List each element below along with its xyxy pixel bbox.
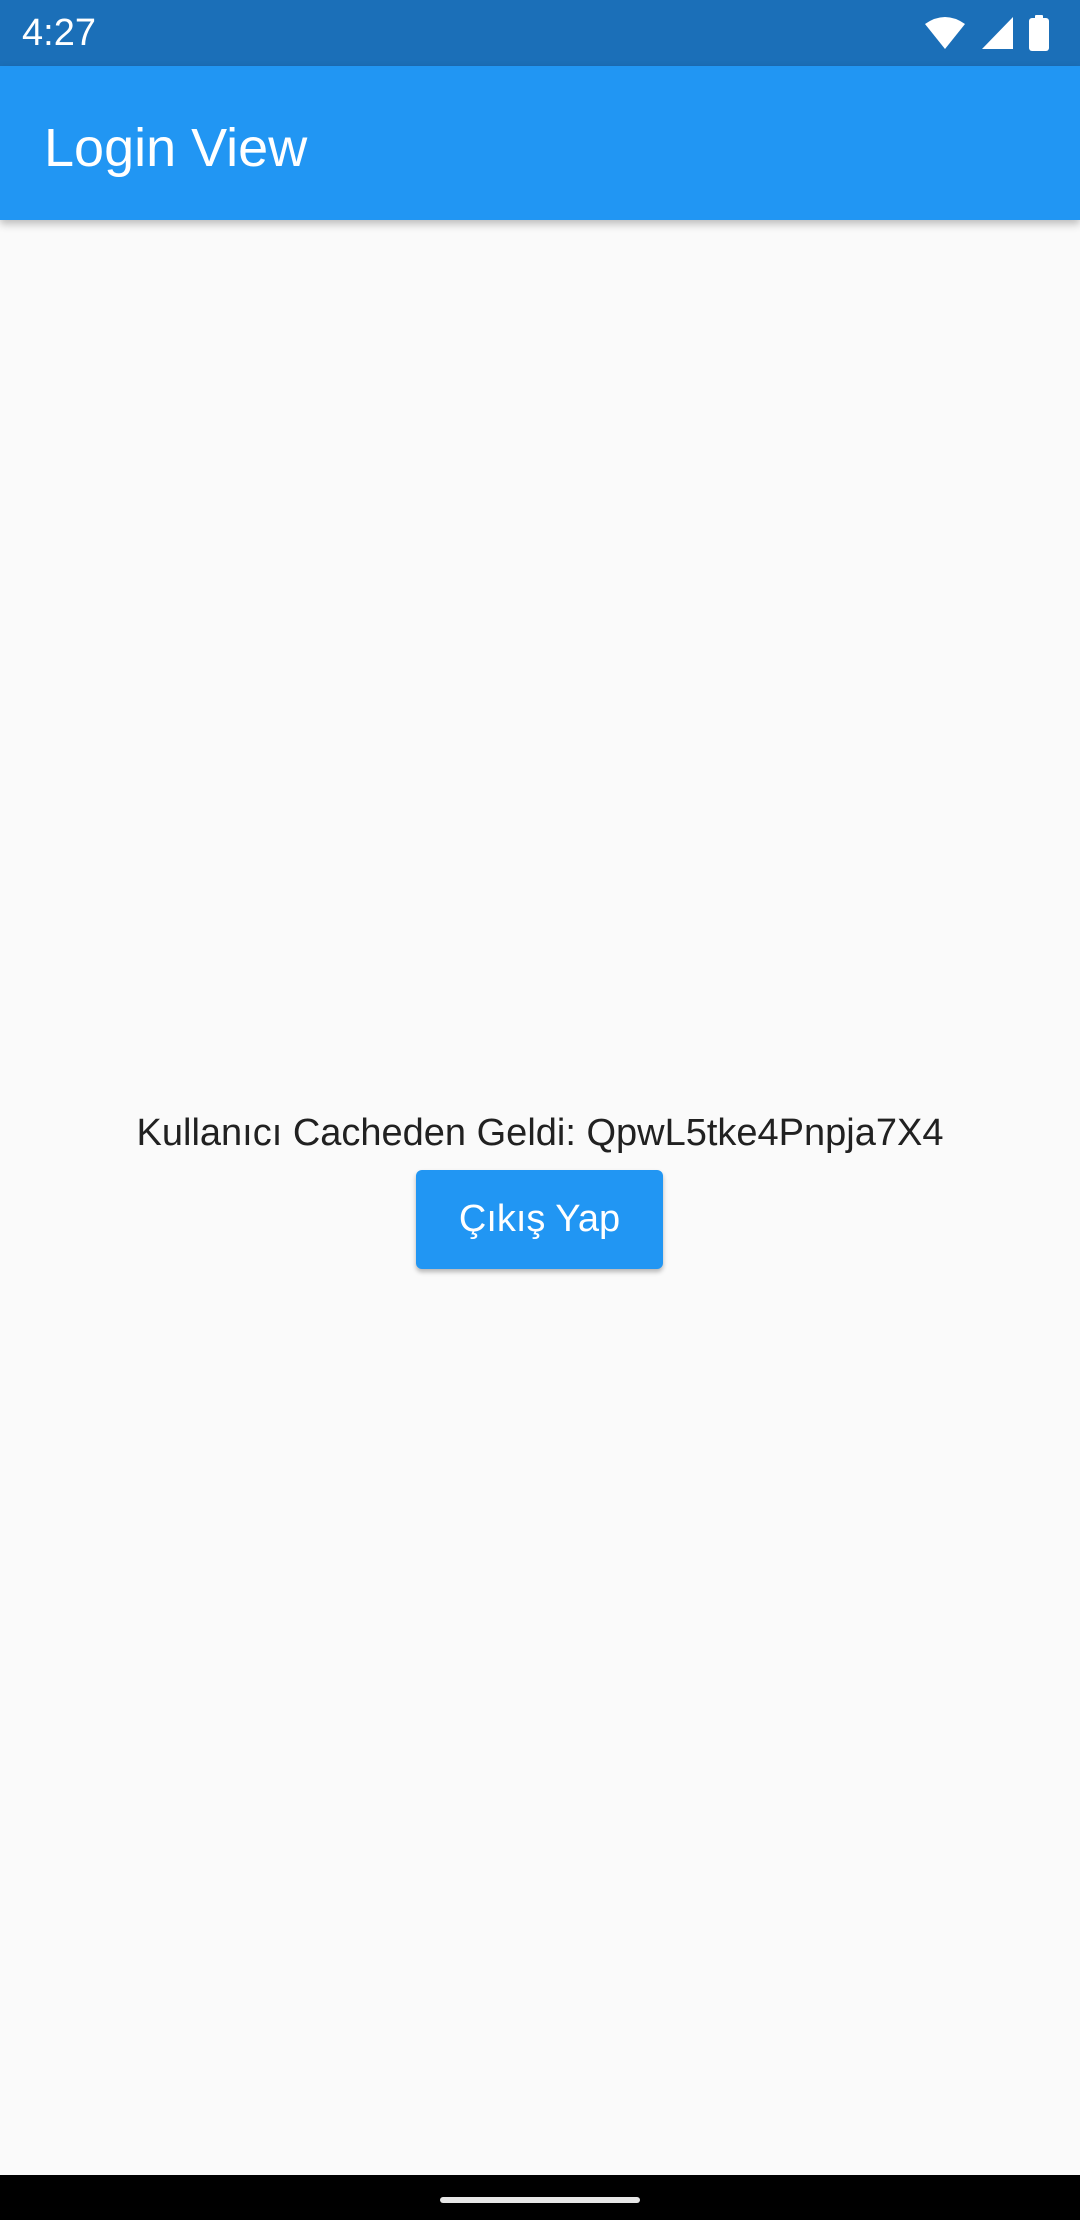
cellular-signal-icon	[980, 16, 1014, 50]
app-bar: Login View	[0, 66, 1080, 220]
status-bar: 4:27	[0, 0, 1080, 66]
home-indicator[interactable]	[440, 2197, 640, 2203]
logout-button[interactable]: Çıkış Yap	[416, 1170, 663, 1269]
wifi-icon	[924, 16, 966, 50]
main-content: Kullanıcı Cacheden Geldi: QpwL5tke4Pnpja…	[0, 220, 1080, 2175]
battery-icon	[1028, 15, 1050, 51]
page-title: Login View	[44, 118, 308, 178]
status-time: 4:27	[22, 12, 96, 54]
navigation-bar	[0, 2175, 1080, 2220]
status-icons	[924, 14, 1050, 52]
cached-user-message: Kullanıcı Cacheden Geldi: QpwL5tke4Pnpja…	[136, 1112, 944, 1154]
